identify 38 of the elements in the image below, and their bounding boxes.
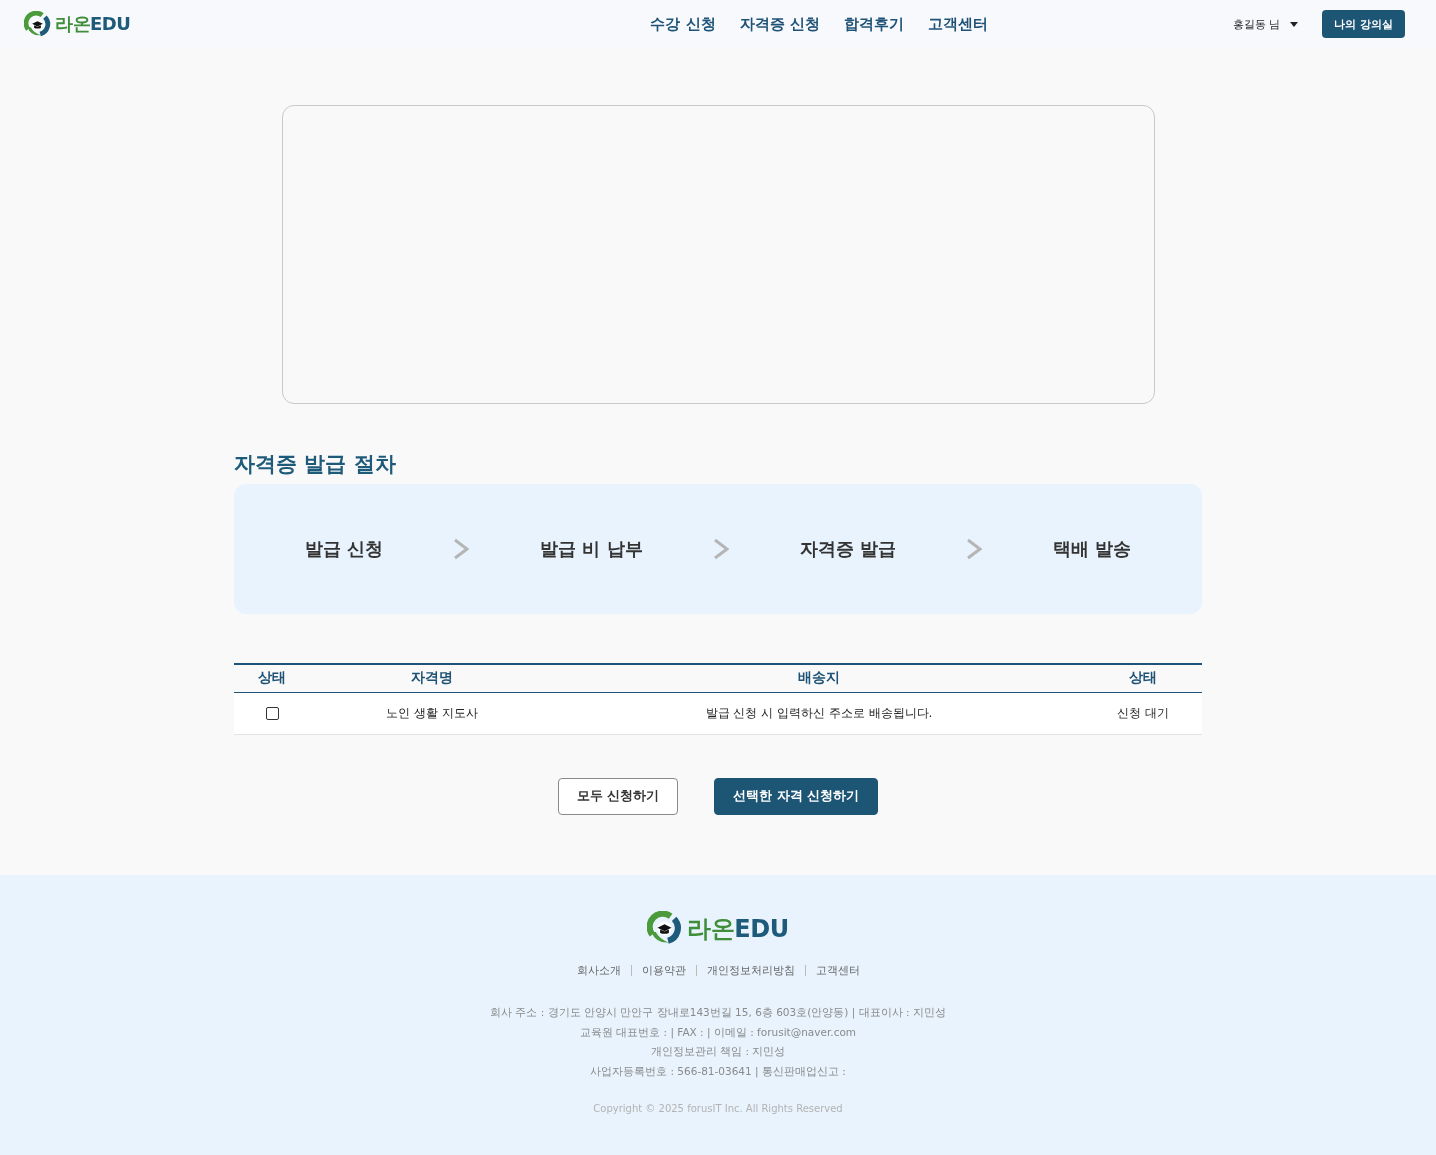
logo-icon <box>24 10 51 38</box>
column-header: 배송지 <box>554 664 1084 692</box>
section-title: 자격증 발급 절차 <box>234 451 396 478</box>
company-info-text: 개인정보관리 책임 : 지민성 <box>650 1044 786 1060</box>
user-menu-button[interactable]: 홍길동 님 <box>1232 16 1299 32</box>
footer-link[interactable]: 고객센터 <box>815 963 860 978</box>
step-label: 자격증 발급 <box>799 537 896 561</box>
apply-all-button[interactable]: 모두 신청하기 <box>557 777 679 815</box>
logo-icon <box>647 911 683 946</box>
step-label: 발급 비 납부 <box>539 537 643 561</box>
table-cell: 신청 대기 <box>1084 692 1202 734</box>
footer-link[interactable]: 개인정보처리방침 <box>706 963 795 978</box>
table-cell: 발급 신청 시 입력하신 주소로 배송됩니다. <box>554 692 1084 734</box>
column-header: 상태 <box>234 664 310 692</box>
logo-link[interactable]: 라온EDU <box>647 911 789 946</box>
nav-link[interactable]: 합격후기 <box>843 14 904 34</box>
caret-icon <box>1290 21 1299 27</box>
classroom-button[interactable]: 나의 강의실 <box>1322 10 1405 38</box>
nav-link[interactable]: 고객센터 <box>927 14 988 34</box>
company-info-text: 회사 주소 : 경기도 안양시 만안구 장내로143번길 15, 6층 603호(안양동) | 대표이사 : 지민성 <box>490 1005 946 1021</box>
copyright-text: Copyright © 2025 forusIT Inc. All Rights Reserved <box>593 1102 843 1114</box>
chevron-right-icon <box>966 538 983 560</box>
apply-selected-button[interactable]: 선택한 자격 신청하기 <box>714 777 879 815</box>
company-info-text: 교육원 대표번호 : | FAX : | 이메일 : forusit@naver.com <box>579 1024 857 1041</box>
footer-link[interactable]: 회사소개 <box>576 963 621 978</box>
checkbox[interactable] <box>265 707 279 720</box>
footer-link[interactable]: 이용약관 <box>641 963 686 978</box>
logo-link[interactable]: 라온EDU <box>24 10 131 38</box>
step-label: 발급 신청 <box>304 537 383 561</box>
chevron-right-icon <box>713 538 730 560</box>
chevron-right-icon <box>453 538 470 560</box>
column-header: 자격명 <box>310 664 554 692</box>
table-cell: 노인 생활 지도사 <box>310 692 554 734</box>
nav-link[interactable]: 수강 신청 <box>650 14 716 34</box>
nav-link[interactable]: 자격증 신청 <box>739 14 820 34</box>
column-header: 상태 <box>1084 664 1202 692</box>
step-label: 택배 발송 <box>1053 537 1132 561</box>
company-info-text: 사업자등록번호 : 566-81-03641 | 통신판매업신고 : <box>590 1064 846 1080</box>
